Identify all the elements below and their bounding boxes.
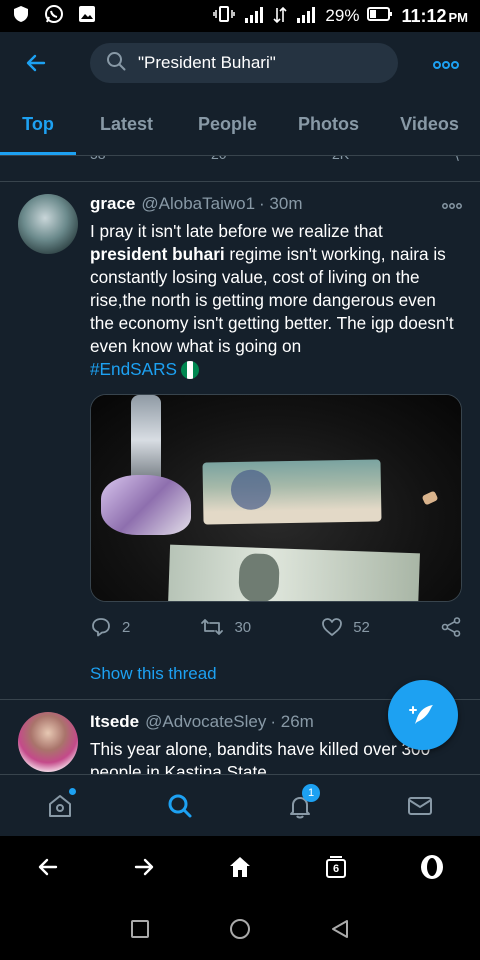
- compose-feather-icon: [409, 705, 433, 724]
- mail-icon: [408, 796, 432, 815]
- search-tabs: Top Latest People Photos Videos: [0, 94, 480, 156]
- avatar[interactable]: [18, 194, 78, 254]
- bottom-navigation: 1: [0, 774, 480, 836]
- status-bar: 29% 11:12 PM: [0, 0, 480, 32]
- browser-forward-button[interactable]: [114, 837, 174, 897]
- reply-count: 2: [122, 618, 131, 636]
- prev-like-count[interactable]: 2K: [332, 156, 349, 163]
- tab-photos[interactable]: Photos: [278, 94, 379, 155]
- tweet-text: I pray it isn't late before we realize t…: [90, 221, 454, 380]
- square-icon: [131, 920, 149, 938]
- amethyst-crystal: [101, 475, 191, 535]
- nav-search[interactable]: [150, 776, 210, 836]
- prev-retweet-count[interactable]: 20: [211, 156, 227, 163]
- tab-top[interactable]: Top: [0, 94, 76, 155]
- tab-videos[interactable]: Videos: [379, 94, 480, 155]
- android-navigation-bar: [0, 898, 480, 960]
- notification-badge: 1: [302, 783, 320, 802]
- nav-home[interactable]: [30, 776, 90, 836]
- home-icon: [49, 794, 71, 817]
- tweet-actions: 2 30 52: [90, 616, 462, 638]
- system-back-button[interactable]: [310, 899, 370, 959]
- avatar[interactable]: [18, 712, 78, 772]
- share-button[interactable]: [440, 616, 462, 638]
- tweet-time: · 30m: [259, 194, 303, 213]
- heart-icon: [322, 618, 343, 636]
- tweet-image[interactable]: [90, 394, 462, 602]
- nav-notifications[interactable]: 1: [270, 776, 330, 836]
- data-arrows-icon: [273, 6, 287, 27]
- battery-icon: [367, 6, 393, 27]
- tweet-options-icon[interactable]: [442, 196, 462, 212]
- compose-tweet-button[interactable]: [388, 680, 458, 750]
- back-arrow-icon: [26, 54, 46, 72]
- browser-back-button[interactable]: [18, 837, 78, 897]
- triangle-back-icon: [332, 920, 348, 938]
- search-input[interactable]: "President Buhari": [90, 43, 398, 83]
- prev-reply-count[interactable]: 58: [90, 156, 106, 163]
- user-handle[interactable]: @AlobaTaiwo1: [141, 194, 255, 214]
- hashtag-link[interactable]: #EndSARS: [90, 359, 177, 379]
- reply-button[interactable]: 2: [90, 616, 130, 638]
- display-name[interactable]: grace: [90, 194, 135, 214]
- prev-share-icon[interactable]: ⟨: [455, 156, 460, 163]
- user-handle[interactable]: @AdvocateSley: [145, 712, 266, 732]
- browser-home-button[interactable]: [210, 837, 270, 897]
- opera-icon: [421, 855, 443, 879]
- ellipsis-icon: [433, 60, 459, 69]
- back-button[interactable]: [14, 41, 58, 85]
- previous-tweet-actions: 58 20 2K ⟨: [0, 156, 480, 182]
- house-icon: [230, 857, 250, 877]
- show-thread-link[interactable]: Show this thread: [90, 664, 217, 684]
- statue-figure: [131, 395, 161, 485]
- like-count: 52: [353, 618, 370, 636]
- app-header: "President Buhari": [0, 32, 480, 94]
- tweet[interactable]: grace @AlobaTaiwo1 · 30m I pray it isn't…: [0, 182, 480, 700]
- gallery-icon: [78, 5, 96, 28]
- naira-notes: [202, 459, 382, 525]
- browser-tabs-button[interactable]: 6: [306, 837, 366, 897]
- signal-icon: [243, 6, 265, 27]
- search-query: "President Buhari": [138, 53, 276, 72]
- circle-icon: [230, 919, 250, 939]
- retweet-icon: [201, 619, 224, 635]
- reply-icon: [92, 618, 110, 637]
- new-content-dot: [69, 787, 76, 795]
- more-options-button[interactable]: [426, 52, 466, 75]
- browser-toolbar: 6: [0, 836, 480, 898]
- search-icon: [168, 794, 192, 817]
- opera-menu-button[interactable]: [402, 837, 462, 897]
- shield-icon: [12, 5, 30, 28]
- tab-count: 6: [332, 863, 340, 875]
- retweet-button[interactable]: 30: [200, 616, 251, 638]
- whatsapp-icon: [44, 4, 64, 29]
- display-name[interactable]: Itsede: [90, 712, 139, 732]
- share-icon: [441, 617, 461, 637]
- arrow-left-icon: [38, 858, 58, 876]
- battery-percent: 29%: [325, 6, 360, 25]
- tweet-header: grace @AlobaTaiwo1 · 30m: [90, 194, 462, 214]
- nigeria-flag-icon: [180, 361, 199, 380]
- nav-messages[interactable]: [390, 776, 450, 836]
- search-highlight: president buhari: [90, 244, 225, 264]
- recents-button[interactable]: [110, 899, 170, 959]
- arrow-right-icon: [134, 858, 154, 876]
- home-button[interactable]: [210, 899, 270, 959]
- signal-icon-2: [295, 6, 317, 27]
- tweet-time: · 26m: [270, 712, 314, 731]
- dollar-bill: [168, 544, 420, 601]
- like-button[interactable]: 52: [321, 616, 370, 638]
- retweet-count: 30: [234, 618, 252, 636]
- tab-latest[interactable]: Latest: [76, 94, 177, 155]
- tab-people[interactable]: People: [177, 94, 278, 155]
- clock: 11:12 PM: [401, 5, 468, 26]
- search-icon: [106, 51, 126, 76]
- vibrate-icon: [213, 5, 236, 28]
